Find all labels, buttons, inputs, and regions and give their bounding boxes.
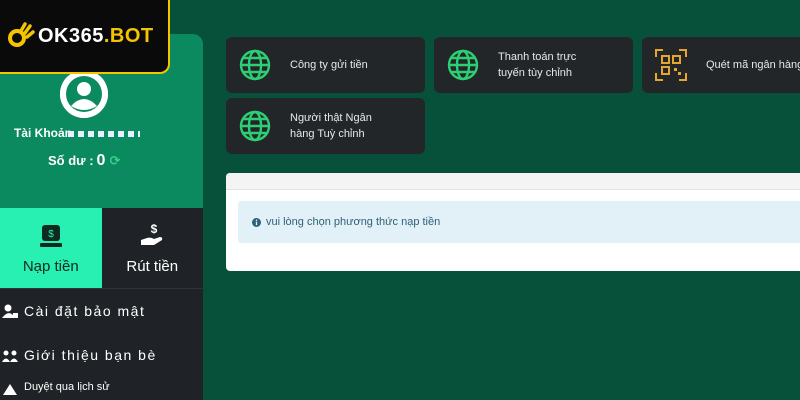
notice-text: vui lòng chọn phương thức nạp tiền — [266, 216, 441, 228]
deposit-button[interactable]: $ Nạp tiền — [0, 208, 102, 288]
wallet-actions: $ Nạp tiền $ Rút tiền — [0, 208, 203, 288]
sidebar-item-label: Cài đặt bảo mật — [24, 303, 146, 319]
content-panel: vui lòng chọn phương thức nạp tiền — [226, 173, 800, 271]
qr-scan-icon — [655, 49, 687, 81]
svg-text:$: $ — [151, 222, 158, 236]
info-notice: vui lòng chọn phương thức nạp tiền — [238, 201, 800, 243]
method-online-payment[interactable]: Thanh toán trực tuyến tùy chỉnh — [434, 37, 633, 93]
account-masked-value — [68, 131, 140, 137]
method-real-person-bank[interactable]: Người thật Ngân hàng Tuỳ chỉnh — [226, 98, 425, 154]
sidebar: Tài Khoản Số dư :0 ⟳ $ Nạp tiền $ Rút tiề… — [0, 34, 203, 400]
deposit-label: Nạp tiền — [22, 257, 79, 275]
ok-hand-icon — [8, 22, 35, 47]
sidebar-item-referral[interactable]: Giới thiệu bạn bè — [0, 333, 203, 377]
user-lock-icon — [2, 304, 18, 318]
globe-icon — [239, 49, 271, 81]
method-company-deposit[interactable]: Công ty gửi tiền — [226, 37, 425, 93]
method-label: Thanh toán trực tuyến tùy chỉnh — [498, 51, 577, 79]
withdraw-label: Rút tiền — [126, 257, 179, 275]
history-icon — [3, 384, 17, 395]
method-bank-qr[interactable]: Quét mã ngân hàng — [642, 37, 800, 93]
friends-icon — [2, 350, 18, 362]
method-label: Người thật Ngân hàng Tuỳ chỉnh — [290, 112, 372, 140]
panel-header — [226, 173, 800, 190]
avatar[interactable] — [60, 70, 108, 118]
account-label: Tài Khoản — [14, 126, 73, 140]
method-label: Công ty gửi tiền — [290, 59, 368, 71]
sidebar-item-history[interactable]: Duyệt qua lịch sử — [0, 377, 203, 400]
sidebar-menu: Cài đặt bảo mật Giới thiệu bạn bè Duyệt … — [0, 288, 203, 400]
balance-value: 0 — [96, 152, 106, 169]
hand-dollar-icon: $ — [141, 222, 163, 245]
sidebar-item-security[interactable]: Cài đặt bảo mật — [0, 289, 203, 333]
brand-logo[interactable]: OK365.BOT — [0, 0, 170, 74]
method-label: Quét mã ngân hàng — [706, 59, 800, 71]
brand-name: OK365.BOT — [38, 24, 154, 47]
svg-text:$: $ — [48, 229, 54, 240]
balance: Số dư :0 ⟳ — [48, 152, 121, 169]
sidebar-item-label: Duyệt qua lịch sử — [24, 381, 110, 393]
sidebar-item-label: Giới thiệu bạn bè — [24, 347, 157, 363]
info-icon — [252, 217, 261, 227]
refresh-icon[interactable]: ⟳ — [109, 153, 120, 168]
money-bag-icon: $ — [39, 224, 62, 247]
globe-icon — [447, 49, 479, 81]
user-icon — [60, 70, 108, 118]
withdraw-button[interactable]: $ Rút tiền — [101, 208, 203, 288]
globe-icon — [239, 110, 271, 142]
